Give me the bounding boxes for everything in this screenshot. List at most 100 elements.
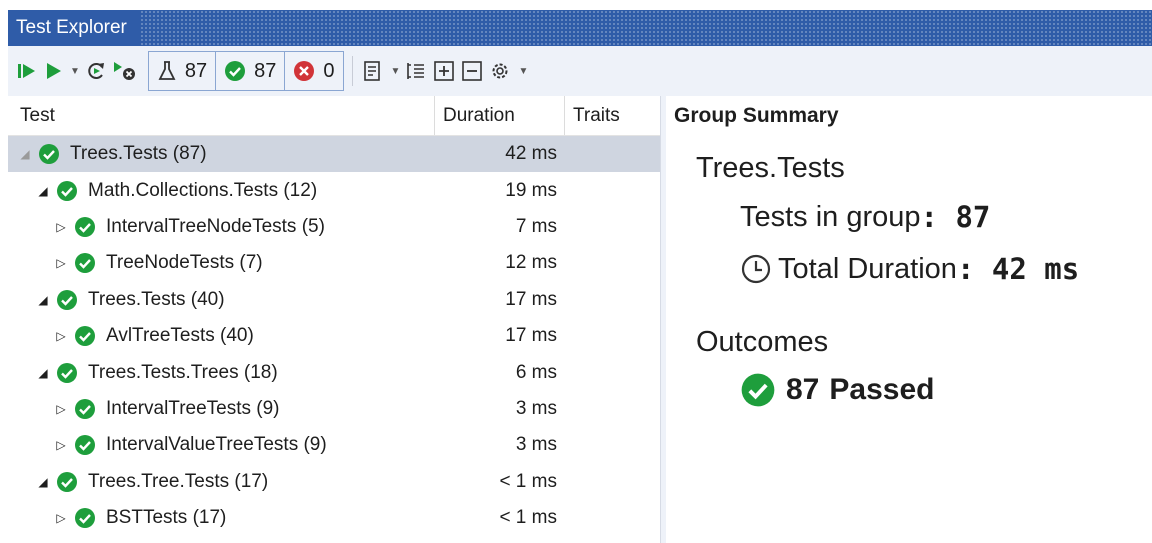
total-tests-filter[interactable]: 87	[149, 52, 215, 90]
passed-outcome-label: Passed	[829, 373, 935, 406]
passed-check-icon	[39, 144, 59, 165]
tree-row[interactable]: ▷ BSTTests (17) < 1 ms	[8, 500, 660, 536]
tree-row[interactable]: ▷ IntervalTreeNodeTests (5) 7 ms	[8, 209, 660, 245]
run-failed-tests-button[interactable]	[16, 54, 38, 88]
colon-separator: :	[920, 200, 956, 234]
collapse-all-button[interactable]	[460, 54, 484, 88]
test-name: Trees.Tests (40)	[88, 288, 225, 310]
failed-x-icon	[294, 61, 315, 81]
test-name: TreeNodeTests (7)	[106, 252, 263, 274]
cancel-run-icon	[113, 62, 135, 80]
passed-check-icon	[225, 61, 246, 81]
total-count: 87	[184, 59, 208, 82]
window-title: Test Explorer	[8, 10, 141, 46]
expand-arrow-icon[interactable]: ▷	[54, 220, 68, 234]
tree-row[interactable]: ▷ IntervalTreeTests (9) 3 ms	[8, 391, 660, 427]
run-dropdown-arrow[interactable]: ▼	[70, 66, 80, 77]
passed-check-icon	[57, 289, 77, 310]
run-failed-icon	[18, 64, 35, 78]
tree-row[interactable]: ◢ Math.Collections.Tests (12) 19 ms	[8, 172, 660, 208]
settings-button[interactable]	[488, 54, 512, 88]
total-duration-value: 42 ms	[991, 252, 1080, 286]
test-duration: 19 ms	[505, 179, 557, 201]
tree-row[interactable]: ▷ TreeNodeTests (7) 12 ms	[8, 245, 660, 281]
test-name: Trees.Tests (87)	[70, 143, 207, 165]
test-name: Trees.Tree.Tests (17)	[88, 470, 269, 492]
tree-row[interactable]: ◢ Trees.Tests.Trees (18) 6 ms	[8, 354, 660, 390]
collapse-arrow-icon[interactable]: ◢	[36, 184, 50, 198]
test-name: IntervalTreeNodeTests (5)	[106, 215, 325, 237]
colon-separator: :	[956, 252, 992, 286]
settings-dropdown-arrow[interactable]: ▼	[518, 66, 528, 77]
title-bar: Test Explorer	[8, 10, 1152, 46]
test-name: BSTTests (17)	[106, 507, 227, 529]
collapse-arrow-icon[interactable]: ◢	[18, 147, 32, 161]
group-summary-pane: Group Summary Trees.Tests Tests in group…	[666, 96, 1152, 543]
passed-tests-filter[interactable]: 87	[215, 52, 284, 90]
collapse-arrow-icon[interactable]: ◢	[36, 366, 50, 380]
playlist-icon	[363, 61, 380, 81]
group-by-button[interactable]	[404, 54, 428, 88]
repeat-last-run-button[interactable]	[84, 54, 108, 88]
expand-arrow-icon[interactable]: ▷	[54, 438, 68, 452]
gear-icon	[492, 63, 508, 79]
outcomes-heading: Outcomes	[696, 326, 829, 358]
passed-check-icon	[75, 508, 95, 529]
test-duration: 3 ms	[515, 397, 557, 419]
passed-check-icon	[75, 253, 95, 274]
run-all-button[interactable]	[42, 54, 64, 88]
summary-header: Group Summary	[674, 104, 839, 127]
tree-row[interactable]: ▷ IntervalValueTreeTests (9) 3 ms	[8, 427, 660, 463]
passed-check-icon	[57, 471, 77, 492]
tree-row[interactable]: ◢ Trees.Tests (40) 17 ms	[8, 282, 660, 318]
passed-check-icon	[57, 362, 77, 383]
passed-check-icon	[75, 216, 95, 237]
column-header-test[interactable]: Test	[8, 96, 435, 135]
test-name: IntervalTreeTests (9)	[106, 397, 280, 419]
playlist-dropdown-arrow[interactable]: ▼	[391, 66, 401, 77]
failed-count: 0	[323, 59, 335, 82]
column-header-duration[interactable]: Duration	[435, 96, 565, 135]
test-name: Trees.Tests.Trees (18)	[88, 361, 278, 383]
total-duration-line: Total Duration : 42 ms	[740, 252, 1079, 286]
passed-check-icon	[75, 398, 95, 419]
column-header-traits[interactable]: Traits	[565, 96, 620, 135]
tree-row[interactable]: ▷ AvlTreeTests (40) 17 ms	[8, 318, 660, 354]
test-duration: < 1 ms	[499, 470, 557, 492]
tests-in-group-label: Tests in group	[740, 200, 921, 233]
test-duration: 42 ms	[505, 143, 557, 165]
collapse-all-icon	[462, 61, 483, 81]
test-name: IntervalValueTreeTests (9)	[106, 434, 327, 456]
failed-tests-filter[interactable]: 0	[284, 52, 342, 90]
passed-count: 87	[254, 59, 277, 82]
collapse-arrow-icon[interactable]: ◢	[36, 293, 50, 307]
tree-row[interactable]: ◢ Trees.Tree.Tests (17) < 1 ms	[8, 464, 660, 500]
passed-outcome[interactable]: 87 Passed	[740, 372, 934, 408]
flask-icon	[158, 61, 176, 80]
passed-check-icon	[741, 373, 775, 407]
collapse-arrow-icon[interactable]: ◢	[36, 475, 50, 489]
playlist-button[interactable]	[361, 54, 385, 88]
summary-group-name: Trees.Tests	[696, 152, 845, 184]
test-duration: 7 ms	[515, 215, 557, 237]
test-duration: < 1 ms	[499, 507, 557, 529]
test-duration: 6 ms	[515, 361, 557, 383]
expand-arrow-icon[interactable]: ▷	[54, 256, 68, 270]
test-duration: 3 ms	[515, 434, 557, 456]
total-duration-label: Total Duration	[778, 252, 957, 285]
test-duration: 17 ms	[505, 288, 557, 310]
cancel-button[interactable]	[112, 54, 138, 88]
expand-all-button[interactable]	[432, 54, 456, 88]
tests-in-group-line: Tests in group : 87	[740, 200, 990, 234]
expand-arrow-icon[interactable]: ▷	[54, 402, 68, 416]
refresh-run-icon	[88, 63, 104, 79]
expand-arrow-icon[interactable]: ▷	[54, 329, 68, 343]
toolbar-separator	[351, 56, 353, 86]
test-duration: 12 ms	[505, 252, 557, 274]
tree-row[interactable]: ◢ Trees.Tests (87) 42 ms	[8, 136, 660, 173]
test-name: AvlTreeTests (40)	[106, 325, 254, 347]
tree-header: Test Duration Traits	[8, 96, 660, 136]
test-counters: 87 87 0	[147, 51, 344, 91]
expand-all-icon	[434, 61, 455, 81]
expand-arrow-icon[interactable]: ▷	[54, 511, 68, 525]
